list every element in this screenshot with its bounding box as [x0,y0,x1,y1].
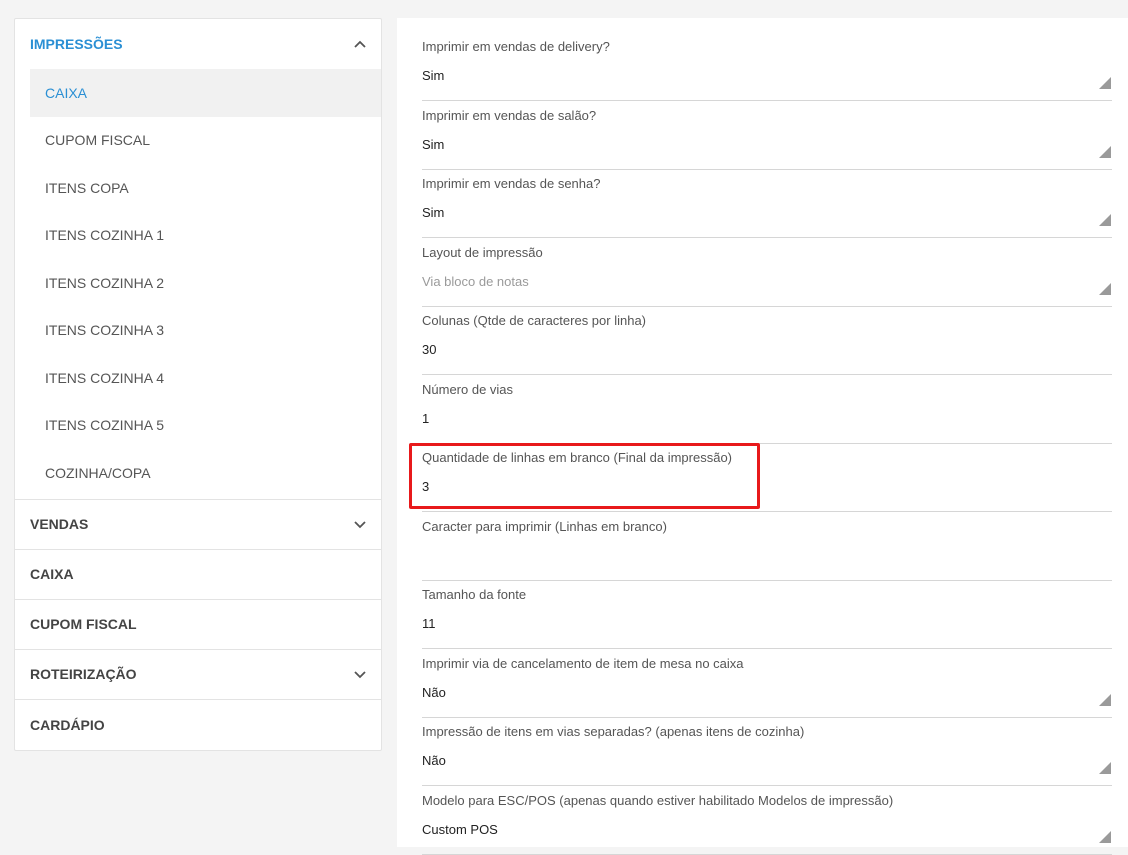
sidebar-group-label: ROTEIRIZAÇÃO [30,666,137,682]
settings-sidebar: IMPRESSÕES CAIXA CUPOM FISCAL ITENS COPA… [14,18,382,751]
sidebar-group-label: CAIXA [30,566,74,582]
dropdown-caret-icon [1099,145,1111,158]
field-label: Impressão de itens em vias separadas? (a… [422,724,805,739]
field-label: Número de vias [422,381,514,397]
input-colunas[interactable]: Colunas (Qtde de caracteres por linha) 3… [422,307,1112,375]
chevron-up-icon [353,37,367,51]
field-label: Colunas (Qtde de caracteres por linha) [422,313,647,328]
dropdown-caret-icon [1099,282,1111,295]
sidebar-item-cozinha-copa[interactable]: COZINHA/COPA [30,449,381,497]
highlight-annotation-box [409,443,760,509]
sidebar-item-itens-cozinha-3[interactable]: ITENS COZINHA 3 [30,307,381,355]
field-value: Sim [422,68,445,83]
field-label: Layout de impressão [422,244,543,260]
sidebar-group-cupom-fiscal[interactable]: CUPOM FISCAL [15,600,381,650]
field-value: Sim [422,136,445,152]
sidebar-group-impressoes[interactable]: IMPRESSÕES [15,19,381,69]
sidebar-submenu-impressoes: CAIXA CUPOM FISCAL ITENS COPA ITENS COZI… [15,69,381,500]
field-label: Caracter para imprimir (Linhas em branco… [422,518,667,534]
dropdown-caret-icon [1099,693,1111,706]
sidebar-item-cupom-fiscal[interactable]: CUPOM FISCAL [30,117,381,165]
sidebar-item-itens-cozinha-1[interactable]: ITENS COZINHA 1 [30,212,381,260]
sidebar-group-label: IMPRESSÕES [30,36,123,52]
select-layout-impressao[interactable]: Layout de impressão Via bloco de notas [422,239,1112,307]
settings-form-panel: Imprimir em vendas de delivery? Sim Impr… [397,18,1128,855]
select-salao[interactable]: Imprimir em vendas de salão? Sim [422,102,1112,170]
input-tamanho-fonte[interactable]: Tamanho da fonte 11 [422,581,1112,649]
sidebar-group-caixa[interactable]: CAIXA [15,550,381,600]
dropdown-caret-icon [1099,77,1111,89]
sidebar-group-label: CUPOM FISCAL [30,616,137,632]
select-senha[interactable]: Imprimir em vendas de senha? Sim [422,170,1112,238]
sidebar-group-roteirizacao[interactable]: ROTEIRIZAÇÃO [15,650,381,700]
field-value: 11 [422,616,436,631]
field-value: Sim [422,205,445,220]
dropdown-caret-icon [1099,214,1111,226]
field-value: Não [422,753,446,768]
chevron-down-icon [353,667,367,681]
field-label: Imprimir em vendas de senha? [422,176,601,191]
dropdown-caret-icon [1099,762,1111,774]
sidebar-item-caixa[interactable]: CAIXA [30,69,381,117]
sidebar-group-label: CARDÁPIO [30,716,105,733]
select-vias-separadas[interactable]: Impressão de itens em vias separadas? (a… [422,718,1112,786]
input-numero-vias[interactable]: Número de vias 1 [422,376,1112,444]
field-label: Tamanho da fonte [422,587,527,602]
select-delivery[interactable]: Imprimir em vendas de delivery? Sim [422,33,1112,101]
field-value: Não [422,684,446,700]
sidebar-group-cardapio[interactable]: CARDÁPIO [15,700,381,750]
dropdown-caret-icon [1099,830,1111,843]
field-label: Modelo para ESC/POS (apenas quando estiv… [422,792,894,808]
sidebar-item-itens-cozinha-4[interactable]: ITENS COZINHA 4 [30,354,381,402]
select-via-cancelamento[interactable]: Imprimir via de cancelamento de item de … [422,650,1112,718]
field-label: Imprimir via de cancelamento de item de … [422,655,744,671]
field-value: Via bloco de notas [422,273,529,289]
input-caracter-linhas-branco[interactable]: Caracter para imprimir (Linhas em branco… [422,513,1112,581]
field-value: Custom POS [422,821,498,837]
field-value: 30 [422,342,437,357]
sidebar-item-itens-cozinha-2[interactable]: ITENS COZINHA 2 [30,259,381,307]
field-label: Imprimir em vendas de delivery? [422,39,610,54]
sidebar-item-itens-cozinha-5[interactable]: ITENS COZINHA 5 [30,402,381,450]
chevron-down-icon [353,517,367,531]
sidebar-group-label: VENDAS [30,516,89,532]
field-label: Imprimir em vendas de salão? [422,107,597,123]
sidebar-group-vendas[interactable]: VENDAS [15,500,381,550]
select-modelo-escpos[interactable]: Modelo para ESC/POS (apenas quando estiv… [422,787,1112,855]
sidebar-item-itens-copa[interactable]: ITENS COPA [30,164,381,212]
field-value: 1 [422,410,430,426]
